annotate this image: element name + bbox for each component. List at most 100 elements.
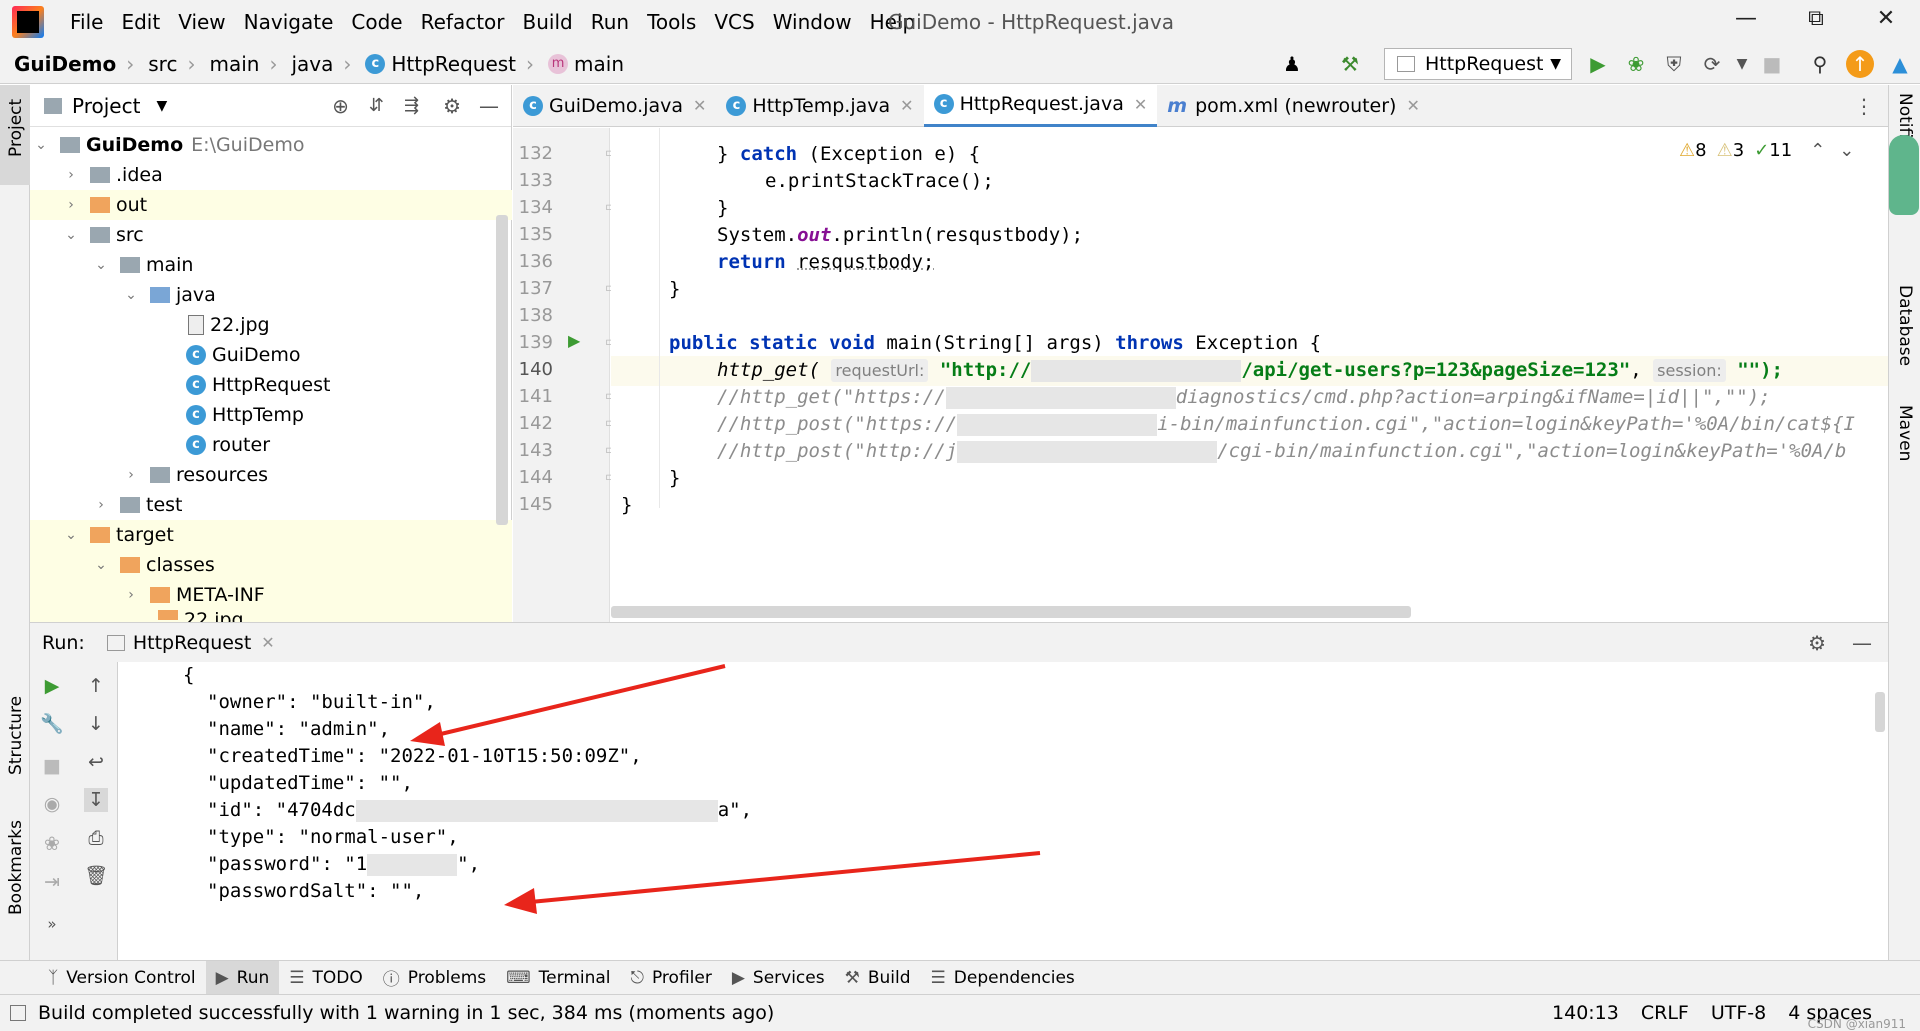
tab-httprequest-java[interactable]: c HttpRequest.java ✕ xyxy=(923,84,1158,127)
maven-tool-label[interactable]: Maven xyxy=(1895,405,1915,461)
tree-item-out[interactable]: › out xyxy=(30,190,512,220)
code-editor[interactable]: } catch (Exception e) { e.printStackTrac… xyxy=(611,128,1888,622)
close-tab-icon[interactable]: ✕ xyxy=(261,633,274,652)
tree-item-resources[interactable]: › resources xyxy=(30,460,512,490)
stop-icon[interactable]: ■ xyxy=(40,754,64,778)
breadcrumb-main[interactable]: main xyxy=(209,52,259,76)
tool-profiler[interactable]: ⎋ Profiler xyxy=(621,961,722,995)
horizontal-scrollbar[interactable] xyxy=(611,606,1411,618)
tool-problems[interactable]: ⓘ Problems xyxy=(373,961,496,995)
menu-navigate[interactable]: Navigate xyxy=(244,10,334,34)
hide-panel-icon[interactable]: — xyxy=(1852,631,1872,655)
arrow-down-icon[interactable]: ↓ xyxy=(84,712,108,736)
tree-item-java[interactable]: ⌄ java xyxy=(30,280,512,310)
chevron-down-icon[interactable]: ▼ xyxy=(1728,50,1756,78)
tab-httptemp-java[interactable]: c HttpTemp.java ✕ xyxy=(716,85,923,127)
search-icon[interactable]: ⚲ xyxy=(1806,50,1834,78)
tree-item-httprequest[interactable]: c HttpRequest xyxy=(30,370,512,400)
menu-run[interactable]: Run xyxy=(591,10,629,34)
close-tab-icon[interactable]: ✕ xyxy=(900,96,913,115)
chevron-down-icon[interactable]: ▼ xyxy=(156,98,167,114)
status-message[interactable]: Build completed successfully with 1 warn… xyxy=(38,1002,774,1024)
tree-root[interactable]: ⌄ GuiDemo E:\GuiDemo xyxy=(30,130,512,160)
print-icon[interactable]: ⎙ xyxy=(84,826,108,850)
scroll-to-end-icon[interactable]: ↧ xyxy=(84,788,108,812)
tree-item-classes[interactable]: ⌄ classes xyxy=(30,550,512,580)
bug-icon[interactable]: ❀ xyxy=(40,832,64,856)
caret-position[interactable]: 140:13 xyxy=(1552,1002,1619,1024)
menu-tools[interactable]: Tools xyxy=(647,10,696,34)
menu-vcs[interactable]: VCS xyxy=(714,10,754,34)
tool-version-control[interactable]: ᛉ Version Control xyxy=(38,961,206,995)
close-tab-icon[interactable]: ✕ xyxy=(1406,96,1419,115)
inspection-widget[interactable]: ⚠ 8 ⚠ 3 ✓ 11 ⌃ ⌄ xyxy=(1679,140,1855,161)
menu-edit[interactable]: Edit xyxy=(121,10,160,34)
project-panel-title[interactable]: Project xyxy=(72,94,140,118)
toggle-tool-windows-icon[interactable] xyxy=(10,1005,26,1021)
debug-bug-icon[interactable]: ❀ xyxy=(1622,50,1650,78)
menu-window[interactable]: Window xyxy=(773,10,852,34)
tool-todo[interactable]: ☰ TODO xyxy=(279,961,373,995)
locate-icon[interactable]: ⊕ xyxy=(332,94,349,118)
menu-refactor[interactable]: Refactor xyxy=(421,10,505,34)
structure-tool-label[interactable]: Structure xyxy=(6,696,26,775)
close-tab-icon[interactable]: ✕ xyxy=(1134,95,1147,114)
breadcrumb-project[interactable]: GuiDemo xyxy=(14,52,116,76)
more-tabs-icon[interactable]: ⋮ xyxy=(1854,94,1874,118)
expand-all-icon[interactable]: ⇵ xyxy=(369,95,384,116)
close-tab-icon[interactable]: ✕ xyxy=(693,96,706,115)
console-scrollbar[interactable] xyxy=(1875,692,1885,732)
tree-item-22jpg-target[interactable]: 22.jpg xyxy=(30,610,512,622)
tool-services[interactable]: ▶ Services xyxy=(722,961,835,995)
coverage-icon[interactable]: ⛨ xyxy=(1660,50,1688,78)
tab-pom-xml[interactable]: m pom.xml (newrouter) ✕ xyxy=(1157,85,1430,127)
tree-item-meta-inf[interactable]: › META-INF xyxy=(30,580,512,610)
file-encoding[interactable]: UTF-8 xyxy=(1711,1002,1766,1024)
run-tab-label[interactable]: HttpRequest xyxy=(133,632,251,654)
gear-icon[interactable]: ⚙ xyxy=(443,94,461,118)
tool-build[interactable]: ⚒ Build xyxy=(835,961,921,995)
tree-item-router[interactable]: c router xyxy=(30,430,512,460)
tree-item-src[interactable]: ⌄ src xyxy=(30,220,512,250)
restore-icon[interactable]: ⧉ xyxy=(1796,6,1836,38)
tree-item-main[interactable]: ⌄ main xyxy=(30,250,512,280)
trash-icon[interactable]: 🗑 xyxy=(84,864,108,888)
wrench-icon[interactable]: 🔧 xyxy=(40,712,64,736)
camera-icon[interactable]: ◉ xyxy=(40,792,64,816)
close-icon[interactable]: ✕ xyxy=(1866,6,1906,38)
run-console[interactable]: { "owner": "built-in", "name": "admin", … xyxy=(119,662,1888,960)
menu-view[interactable]: View xyxy=(178,10,225,34)
project-scrollbar[interactable] xyxy=(496,215,508,525)
tree-item-httptemp[interactable]: c HttpTemp xyxy=(30,400,512,430)
project-tool-label[interactable]: Project xyxy=(6,99,26,157)
tree-item-guidemo[interactable]: c GuiDemo xyxy=(30,340,512,370)
arrow-up-icon[interactable]: ↑ xyxy=(84,674,108,698)
build-hammer-icon[interactable]: ⚒ xyxy=(1336,50,1364,78)
previous-highlight-icon[interactable]: ⌃ xyxy=(1810,140,1825,161)
run-gutter-icon[interactable]: ▶ xyxy=(568,331,580,350)
menu-code[interactable]: Code xyxy=(351,10,402,34)
tab-guidemo-java[interactable]: c GuiDemo.java ✕ xyxy=(513,85,716,127)
update-icon[interactable]: ↑ xyxy=(1846,50,1874,78)
tree-item-test[interactable]: › test xyxy=(30,490,512,520)
collapse-all-icon[interactable]: ⇶ xyxy=(404,95,419,116)
user-icon[interactable]: ♟ xyxy=(1278,50,1306,78)
gear-icon[interactable]: ⚙ xyxy=(1808,631,1826,655)
tool-dependencies[interactable]: ☰ Dependencies xyxy=(921,961,1085,995)
run-icon[interactable]: ▶ xyxy=(1584,50,1612,78)
more-icon[interactable]: » xyxy=(40,912,64,936)
tool-run[interactable]: ▶ Run xyxy=(205,960,280,995)
stop-icon[interactable]: ■ xyxy=(1758,50,1786,78)
breadcrumb-method[interactable]: m main xyxy=(548,52,624,76)
tree-item-target[interactable]: ⌄ target xyxy=(30,520,512,550)
menu-file[interactable]: File xyxy=(70,10,103,34)
minimize-icon[interactable]: — xyxy=(1726,6,1766,38)
jetbrains-icon[interactable]: ▲ xyxy=(1886,50,1914,78)
breadcrumb-src[interactable]: src xyxy=(148,52,177,76)
login-icon[interactable]: ⇥ xyxy=(40,870,64,894)
breadcrumb-class[interactable]: c HttpRequest xyxy=(365,52,516,76)
database-tool-label[interactable]: Database xyxy=(1895,285,1915,366)
hide-panel-icon[interactable]: — xyxy=(479,94,499,118)
next-highlight-icon[interactable]: ⌄ xyxy=(1839,140,1854,161)
tool-terminal[interactable]: ⌨ Terminal xyxy=(496,961,620,995)
